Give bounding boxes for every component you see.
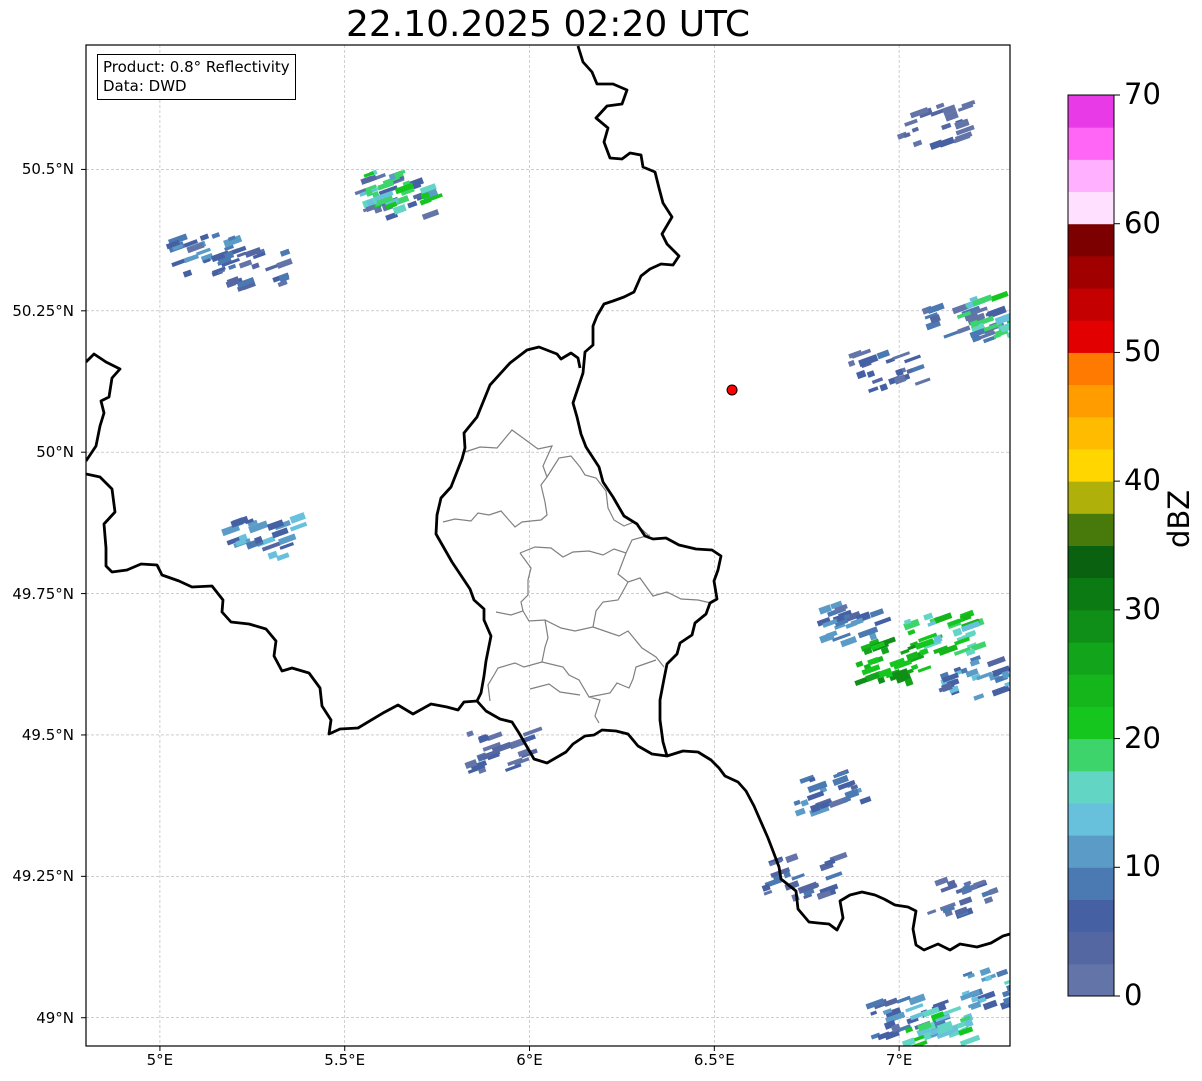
colorbar-segment (1068, 642, 1114, 675)
lat-tick-label: 50°N (36, 443, 74, 462)
colorbar-segment (1068, 577, 1114, 611)
colorbar-segment (1068, 545, 1114, 579)
colorbar-segment (1068, 835, 1114, 868)
lon-tick-label: 6°E (516, 1051, 543, 1069)
colorbar-segment (1068, 867, 1114, 900)
product-label: Product: 0.8° Reflectivity (103, 58, 290, 76)
radar-echo-pixel (1010, 981, 1025, 990)
colorbar-segment (1068, 513, 1114, 546)
radar-echo-pixel (1012, 321, 1027, 329)
colorbar-segment (1068, 127, 1114, 160)
colorbar-segment (1068, 255, 1114, 289)
colorbar-tick-label: 10 (1124, 849, 1161, 884)
radar-echo-pixel (1015, 310, 1034, 320)
colorbar-unit-label: dBZ (1162, 489, 1196, 548)
data-source-label: Data: DWD (103, 77, 187, 95)
lon-tick-label: 5.5°E (324, 1051, 366, 1069)
colorbar-segment (1068, 899, 1114, 933)
colorbar-segment (1068, 931, 1114, 965)
radar-echo-pixel (1024, 973, 1044, 984)
lat-tick-label: 49.25°N (12, 867, 74, 886)
colorbar-tick-label: 20 (1124, 720, 1161, 755)
radar-echo-pixel (1016, 315, 1027, 324)
colorbar-tick-label: 70 (1124, 77, 1161, 111)
lon-tick-label: 7°E (885, 1051, 913, 1069)
colorbar-segment (1068, 384, 1114, 418)
colorbar-segment (1068, 223, 1114, 257)
radar-map[interactable] (0, 0, 1202, 1081)
colorbar-tick-label: 30 (1124, 591, 1161, 626)
lat-tick-label: 49.75°N (12, 584, 74, 603)
colorbar-segment (1068, 609, 1114, 643)
colorbar-segment (1068, 320, 1114, 353)
map-frame-group (86, 45, 1010, 1046)
colorbar-tick-label: 0 (1124, 978, 1143, 1012)
colorbar-tick-label: 40 (1124, 463, 1161, 498)
radar-echo-pixel (1016, 304, 1027, 311)
colorbar-segment (1068, 674, 1114, 707)
colorbar-tick-label: 60 (1124, 205, 1161, 240)
radar-echo-pixel (1007, 997, 1010, 1009)
colorbar-tick-label: 50 (1124, 334, 1161, 369)
lon-tick-label: 5°E (146, 1051, 174, 1069)
radar-echo-pixel (1011, 327, 1029, 337)
lat-tick-label: 49°N (36, 1008, 74, 1027)
colorbar (1067, 94, 1120, 997)
colorbar-segment (1068, 738, 1114, 772)
colorbar-segment (1068, 802, 1114, 836)
colorbar-segment (1068, 706, 1114, 740)
lat-tick-label: 50.25°N (12, 301, 74, 320)
colorbar-segment (1068, 481, 1114, 514)
radar-echo-pixel (1012, 293, 1025, 303)
colorbar-segment (1068, 448, 1114, 482)
radar-echo-pixel (1010, 313, 1018, 319)
map-background (86, 45, 1010, 1046)
colorbar-segment (1068, 963, 1114, 997)
colorbar-segment (1068, 352, 1114, 386)
colorbar-segment (1068, 191, 1114, 225)
product-info-box: Product: 0.8° Reflectivity Data: DWD (97, 54, 296, 100)
radar-echo-pixel (1022, 322, 1036, 331)
lat-tick-label: 49.5°N (21, 725, 74, 744)
lon-tick-label: 6.5°E (693, 1051, 735, 1069)
radar-echo-pixel (1014, 299, 1022, 306)
lat-tick-label: 50.5°N (21, 160, 74, 179)
radar-echo-pixel (1013, 982, 1021, 989)
colorbar-segment (1068, 288, 1114, 321)
colorbar-segment (1068, 95, 1114, 128)
colorbar-segment (1068, 416, 1114, 450)
marker-layer (726, 384, 738, 396)
radar-echo-pixel (1017, 1001, 1034, 1012)
colorbar-segment (1068, 159, 1114, 193)
radar-echo-pixel (1023, 305, 1038, 315)
radar-site-marker (726, 384, 738, 396)
colorbar-segment (1068, 770, 1114, 804)
radar-echo-pixel (1011, 331, 1025, 341)
